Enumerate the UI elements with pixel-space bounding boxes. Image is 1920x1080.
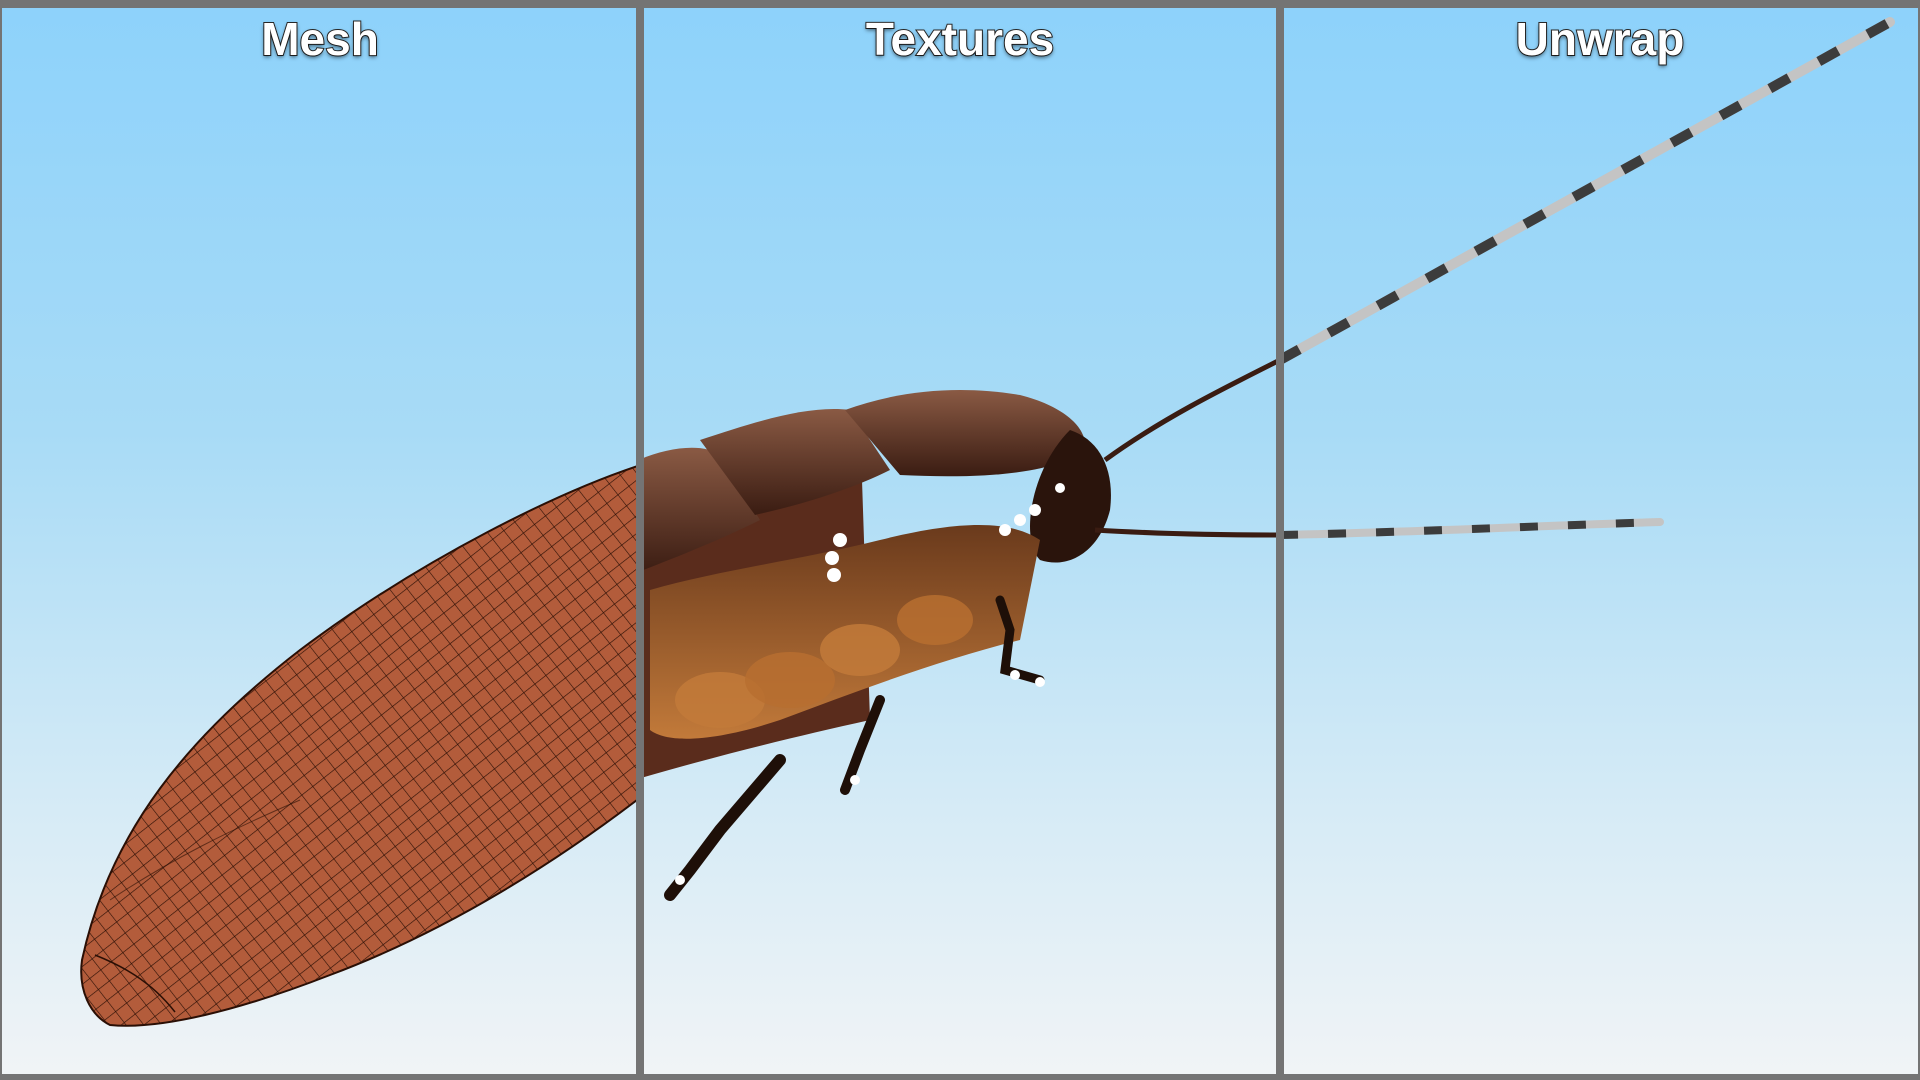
unwrap-antennae — [1280, 17, 1895, 539]
panel-label-textures: Textures — [865, 12, 1055, 66]
textured-body — [640, 357, 1280, 901]
render-canvas: Mesh Textures Unwrap — [0, 0, 1920, 1080]
panel-divider-2 — [1276, 0, 1284, 1080]
frame-left-border — [0, 0, 2, 1080]
frame-bottom-border — [0, 1074, 1920, 1080]
panel-label-mesh: Mesh — [260, 12, 380, 66]
panel-label-unwrap: Unwrap — [1515, 12, 1686, 66]
frame-top-border — [0, 0, 1920, 8]
panel-divider-1 — [636, 0, 644, 1080]
cockroach-illustration — [80, 17, 1895, 1027]
mesh-body — [80, 464, 640, 1027]
